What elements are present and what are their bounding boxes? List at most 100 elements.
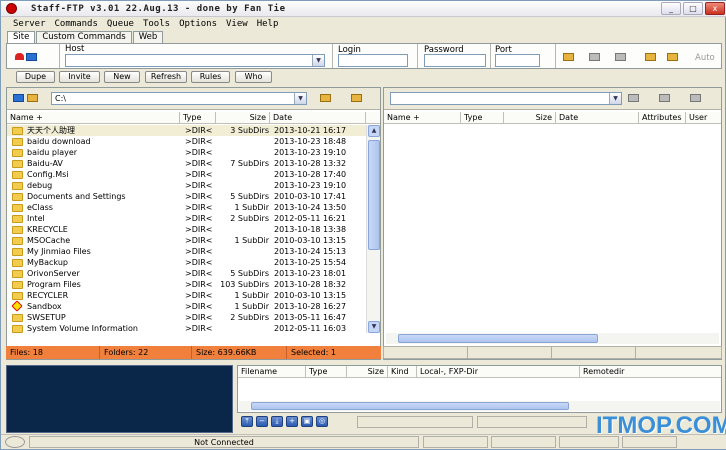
chevron-down-icon[interactable]: ▼ — [312, 55, 324, 66]
auto-label[interactable]: Auto — [695, 53, 715, 63]
password-field[interactable] — [424, 54, 486, 67]
dupe-button[interactable]: Dupe — [16, 71, 55, 83]
col-filename[interactable]: Filename — [238, 366, 306, 378]
process-icon[interactable]: ◎ — [316, 416, 328, 427]
log-panel[interactable] — [6, 365, 233, 433]
port-field[interactable] — [495, 54, 540, 67]
fxp-icon[interactable] — [589, 53, 600, 61]
folder-sync-icon[interactable] — [645, 53, 656, 61]
col-date[interactable]: Date — [270, 112, 366, 124]
table-row[interactable]: MyBackup >DIR< 2013-10-25 15:54 — [7, 257, 366, 268]
folder-icon — [12, 325, 23, 333]
transfer-icon[interactable] — [690, 94, 701, 102]
scroll-thumb[interactable] — [368, 140, 380, 250]
tab-custom-commands[interactable]: Custom Commands — [36, 31, 132, 43]
folder-open-icon[interactable] — [667, 53, 678, 61]
login-field[interactable] — [338, 54, 408, 67]
save-icon[interactable]: ▣ — [301, 416, 313, 427]
col-remotedir[interactable]: Remotedir — [580, 366, 721, 378]
local-file-list: 天天个人助理 >DIR< 3 SubDirs 2013-10-21 16:17 baid… — [7, 125, 366, 334]
table-row[interactable]: RECYCLER >DIR< 1 SubDir 2010-03-10 13:15 — [7, 290, 366, 301]
col-type[interactable]: Type — [306, 366, 347, 378]
menu-view[interactable]: View — [226, 19, 248, 29]
folder-icon — [12, 193, 23, 201]
refresh-button[interactable]: Refresh — [145, 71, 187, 83]
drive-icon[interactable] — [13, 94, 24, 102]
folder-new-icon[interactable] — [351, 94, 362, 102]
remove-icon[interactable]: − — [256, 416, 268, 427]
col-attributes[interactable]: Attributes — [639, 112, 686, 124]
menu-commands[interactable]: Commands — [55, 19, 98, 29]
close-button[interactable]: x — [705, 2, 725, 15]
local-pane: C:\ ▼ Name + Type Size Date 天天个人助理 >DIR< 3… — [6, 87, 381, 360]
col-date[interactable]: Date — [556, 112, 639, 124]
table-row[interactable]: SWSETUP >DIR< 2 SubDirs 2013-05-11 16:47 — [7, 312, 366, 323]
tab-web[interactable]: Web — [132, 31, 164, 43]
remote-hscroll[interactable] — [386, 333, 719, 344]
chevron-down-icon[interactable]: ▼ — [294, 93, 306, 104]
queue-icon[interactable] — [615, 53, 626, 61]
table-row[interactable]: baidu download >DIR< 2013-10-23 18:48 — [7, 136, 366, 147]
add-icon[interactable]: + — [286, 416, 298, 427]
scroll-thumb[interactable] — [398, 334, 598, 343]
scroll-up-icon[interactable]: ▲ — [368, 125, 380, 137]
table-row[interactable]: 天天个人助理 >DIR< 3 SubDirs 2013-10-21 16:17 — [7, 125, 366, 136]
move-top-icon[interactable]: ⤒ — [241, 416, 253, 427]
table-row[interactable]: Documents and Settings >DIR< 5 SubDirs 2010… — [7, 191, 366, 202]
table-row[interactable]: System Volume Information >DIR< 2012-05-11… — [7, 323, 366, 334]
table-row[interactable]: My Jinmiao Files >DIR< 2013-10-24 15:13 — [7, 246, 366, 257]
queue-hscroll[interactable] — [239, 401, 720, 411]
file-name: KRECYCLE — [27, 225, 68, 234]
file-size: 103 SubDirs — [220, 280, 269, 289]
table-row[interactable]: MSOCache >DIR< 1 SubDir 2010-03-10 13:15 — [7, 235, 366, 246]
move-bottom-icon[interactable]: ⤓ — [271, 416, 283, 427]
col-local-dir[interactable]: Local-, FXP-Dir — [417, 366, 580, 378]
table-row[interactable]: baidu player >DIR< 2013-10-23 19:10 — [7, 147, 366, 158]
menu-tools[interactable]: Tools — [143, 19, 170, 29]
heart-icon[interactable] — [15, 53, 24, 60]
transfer-icon[interactable] — [563, 53, 574, 61]
invite-button[interactable]: Invite — [59, 71, 100, 83]
col-name[interactable]: Name + — [7, 112, 180, 124]
folder-icon[interactable] — [27, 94, 38, 102]
who-button[interactable]: Who — [235, 71, 272, 83]
local-vscroll[interactable]: ▲ ▼ — [366, 125, 380, 333]
host-combo[interactable]: ▼ — [65, 54, 325, 67]
maximize-button[interactable]: □ — [683, 2, 703, 15]
col-type[interactable]: Type — [180, 112, 216, 124]
col-user[interactable]: User — [686, 112, 722, 124]
menu-server[interactable]: Server — [13, 19, 46, 29]
table-row[interactable]: Sandbox >DIR< 1 SubDir 2013-10-28 16:27 — [7, 300, 366, 312]
remote-path-combo[interactable]: ▼ — [390, 92, 622, 105]
col-size[interactable]: Size — [504, 112, 556, 124]
table-row[interactable]: KRECYCLE >DIR< 2013-10-18 13:38 — [7, 224, 366, 235]
folder-up-icon[interactable] — [628, 94, 639, 102]
rules-button[interactable]: Rules — [191, 71, 230, 83]
table-row[interactable]: debug >DIR< 2013-10-23 19:10 — [7, 180, 366, 191]
col-type[interactable]: Type — [461, 112, 504, 124]
tab-site[interactable]: Site — [7, 31, 36, 43]
new-button[interactable]: New — [104, 71, 140, 83]
menu-queue[interactable]: Queue — [107, 19, 134, 29]
col-kind[interactable]: Kind — [388, 366, 417, 378]
scroll-down-icon[interactable]: ▼ — [368, 321, 380, 333]
menu-options[interactable]: Options — [179, 19, 217, 29]
local-path-combo[interactable]: C:\ ▼ — [51, 92, 307, 105]
menu-help[interactable]: Help — [257, 19, 279, 29]
scroll-thumb[interactable] — [251, 402, 569, 410]
minimize-button[interactable]: _ — [661, 2, 681, 15]
chevron-down-icon[interactable]: ▼ — [609, 93, 621, 104]
folder-up-icon[interactable] — [320, 94, 331, 102]
table-row[interactable]: Program Files >DIR< 103 SubDirs 2013-10-28 … — [7, 279, 366, 290]
table-row[interactable]: Intel >DIR< 2 SubDirs 2012-05-11 16:21 — [7, 213, 366, 224]
table-row[interactable]: OrivonServer >DIR< 5 SubDirs 2013-10-23 18:… — [7, 268, 366, 279]
col-name[interactable]: Name + — [384, 112, 461, 124]
table-row[interactable]: Config.Msi >DIR< 2013-10-28 17:40 — [7, 169, 366, 180]
col-size[interactable]: Size — [216, 112, 270, 124]
file-date: 2013-10-24 13:50 — [274, 203, 347, 212]
table-row[interactable]: eClass >DIR< 1 SubDir 2013-10-24 13:50 — [7, 202, 366, 213]
folder-new-icon[interactable] — [659, 94, 670, 102]
connect-icon[interactable] — [26, 53, 37, 61]
col-size[interactable]: Size — [347, 366, 388, 378]
table-row[interactable]: Baidu-AV >DIR< 7 SubDirs 2013-10-28 13:32 — [7, 158, 366, 169]
